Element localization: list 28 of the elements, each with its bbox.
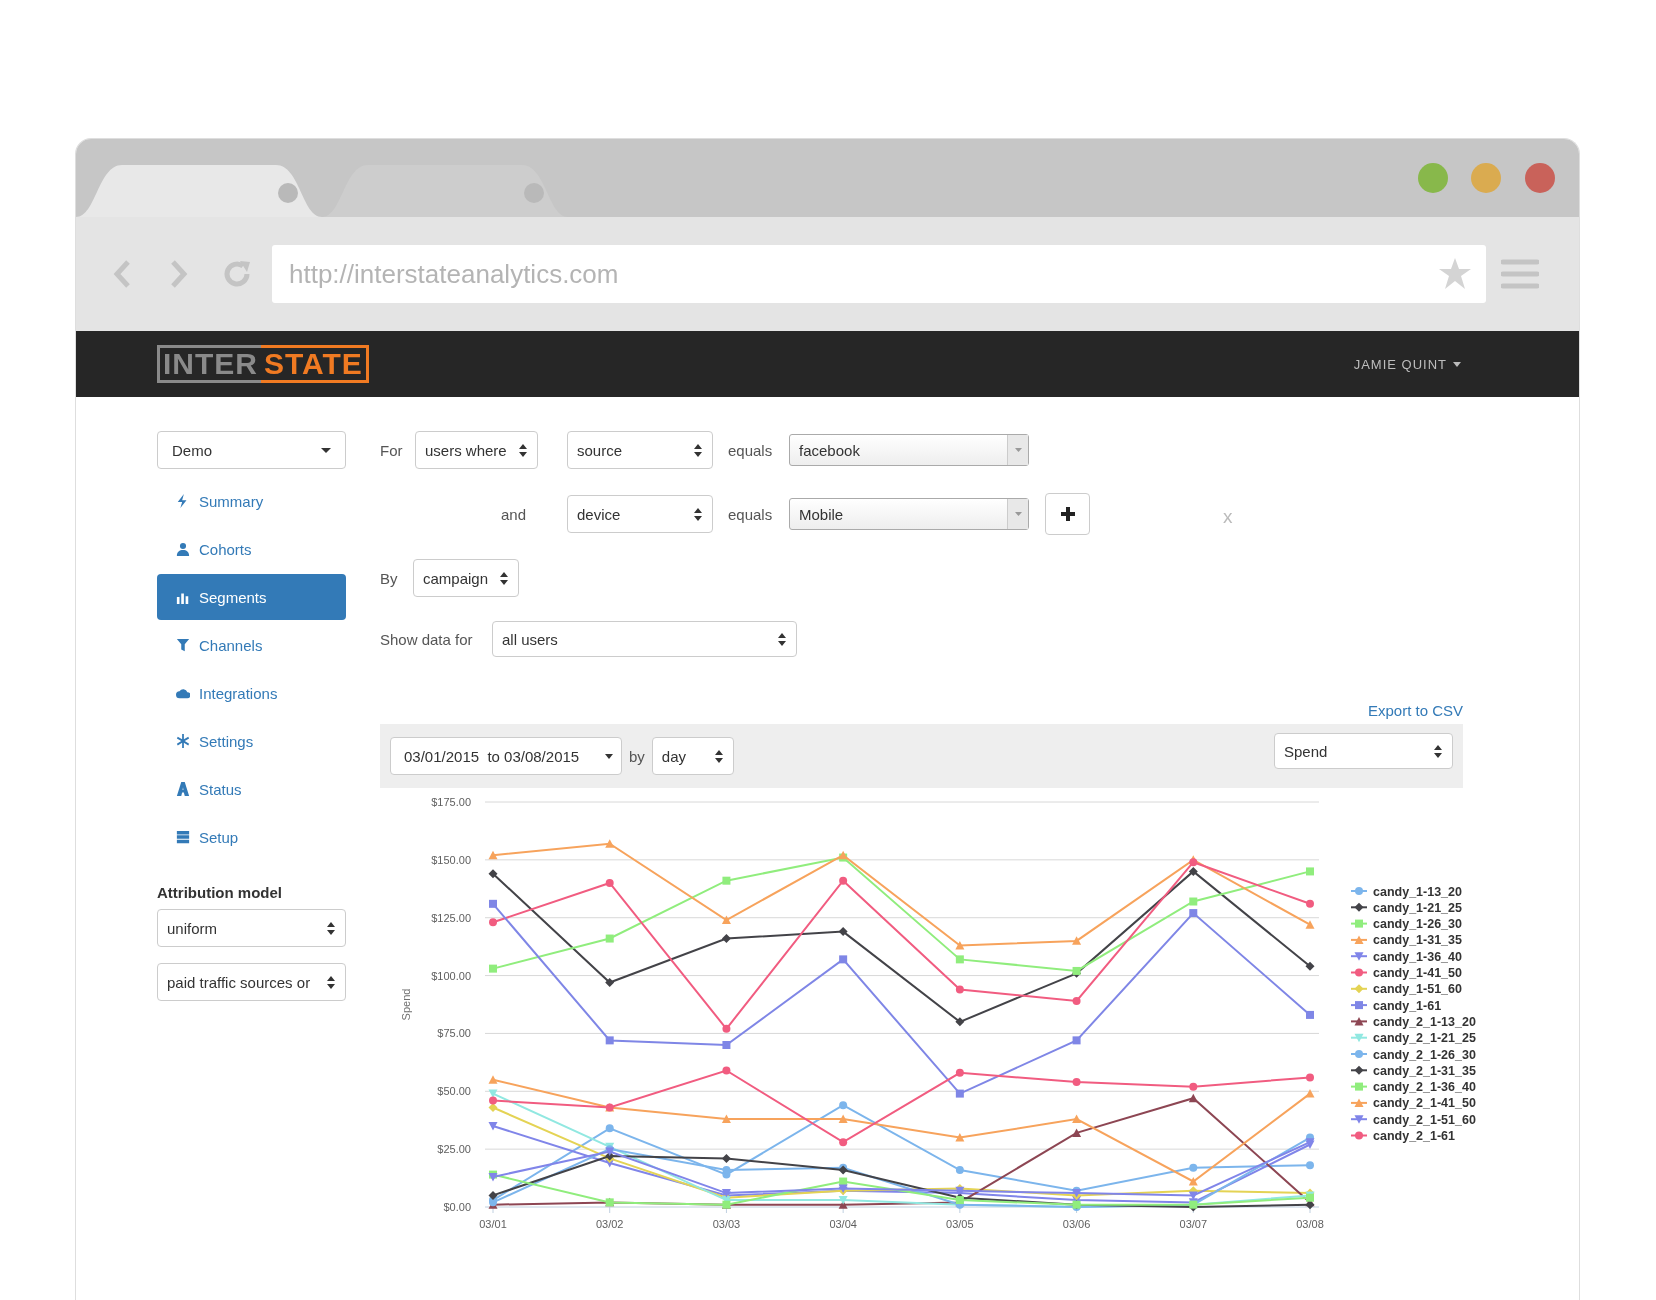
group-by-label: By: [380, 569, 399, 587]
filter-label: For: [380, 441, 404, 459]
axis-tick-label: $75.00: [437, 1027, 471, 1040]
axis-tick-label: $125.00: [431, 911, 471, 924]
axis-tick-label: $150.00: [431, 853, 471, 866]
logo-text: INTER: [157, 345, 261, 383]
axis-tick-label: 03/06: [1062, 1218, 1091, 1230]
axis-tick-label: 03/07: [1179, 1218, 1208, 1230]
axis-tick-label: 03/04: [829, 1218, 857, 1230]
operator-label: equals: [728, 505, 774, 523]
axis-tick-label: 03/08: [1296, 1218, 1324, 1230]
axis-tick-label: $0.00: [443, 1201, 471, 1213]
axis-tick-label: $100.00: [431, 969, 471, 982]
axis-title: Spend: [400, 988, 412, 1021]
axis-tick-label: $175.00: [431, 796, 471, 808]
axis-tick-label: $50.00: [437, 1085, 471, 1098]
logo-text: STATE: [261, 345, 369, 383]
operator-label: equals: [728, 441, 774, 459]
url-text: http://interstateanalytics.com: [289, 258, 619, 290]
by-label: by: [629, 747, 645, 765]
axis-tick-label: 03/01: [479, 1218, 507, 1230]
show-data-label: Show data for: [380, 630, 474, 648]
section-label: Attribution model: [157, 884, 283, 901]
axis-tick-label: 03/03: [712, 1218, 741, 1230]
axis-tick-label: $25.00: [437, 1143, 471, 1156]
filter-label: and: [501, 505, 528, 523]
axis-tick-label: 03/02: [595, 1218, 624, 1230]
axis-tick-label: 03/05: [946, 1218, 974, 1230]
